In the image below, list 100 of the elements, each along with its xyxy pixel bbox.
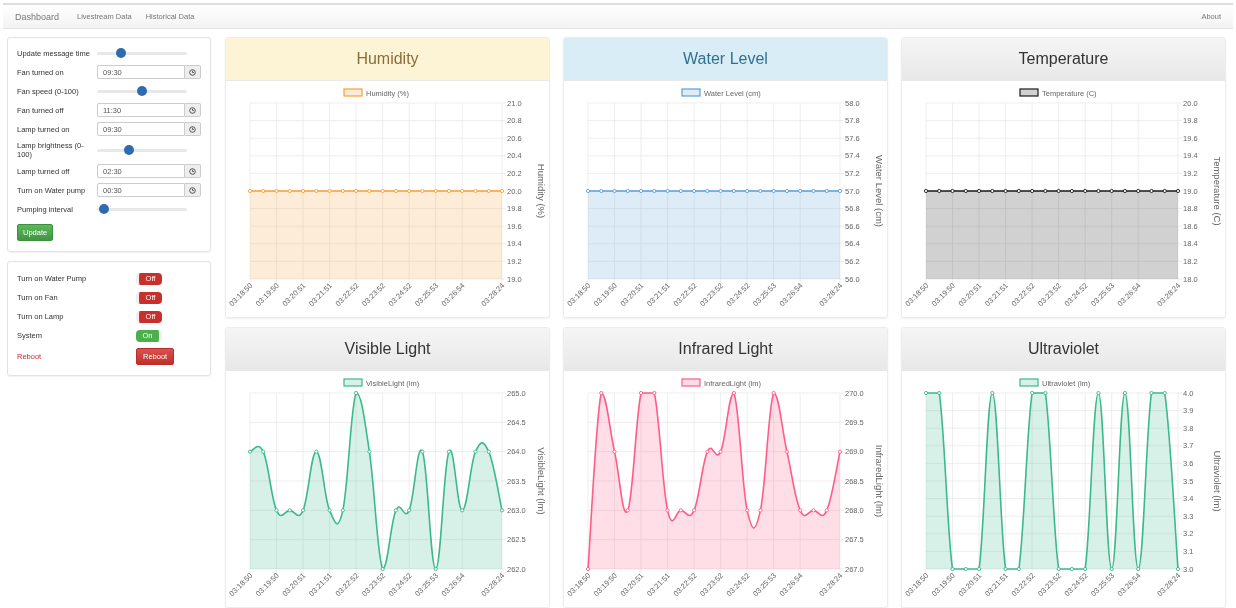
data-point <box>1149 390 1154 396</box>
data-point <box>977 188 982 194</box>
card-title: Temperature <box>1018 50 1109 68</box>
data-point <box>1069 188 1074 194</box>
data-point <box>612 188 617 194</box>
data-point <box>1043 188 1048 194</box>
data-point <box>798 188 803 194</box>
data-point <box>433 566 438 572</box>
clock-button[interactable] <box>185 164 201 178</box>
data-point <box>247 188 253 194</box>
data-point <box>247 449 253 454</box>
data-point <box>585 566 591 572</box>
data-point <box>261 188 266 194</box>
data-point <box>446 188 451 194</box>
card-title: Infrared Light <box>678 340 773 358</box>
data-point <box>625 508 630 513</box>
clock-button[interactable] <box>185 183 201 197</box>
data-point <box>473 449 478 454</box>
data-point <box>665 508 670 513</box>
data-point <box>923 188 929 194</box>
data-point <box>731 188 736 194</box>
data-point <box>599 390 604 396</box>
data-point <box>1162 188 1167 194</box>
data-point <box>407 508 412 513</box>
data-point <box>301 508 306 513</box>
card-title: Humidity <box>356 50 419 68</box>
data-point <box>1109 188 1114 194</box>
data-point <box>1069 566 1074 572</box>
data-point <box>314 188 319 194</box>
data-point <box>1096 390 1101 396</box>
slider-thumb[interactable] <box>99 204 110 214</box>
data-point <box>731 390 736 396</box>
data-point <box>923 390 929 396</box>
legend-swatch <box>343 378 363 387</box>
data-point <box>367 188 372 194</box>
data-point <box>692 508 697 513</box>
clock-button[interactable] <box>185 103 201 117</box>
data-point <box>314 449 319 454</box>
data-point <box>1162 390 1167 396</box>
data-point <box>639 390 644 396</box>
card-title: Water Level <box>683 50 768 68</box>
legend-swatch <box>681 88 701 97</box>
data-point <box>301 188 306 194</box>
data-point <box>678 188 683 194</box>
slider-thumb[interactable] <box>137 86 147 96</box>
clock-button[interactable] <box>185 122 201 136</box>
data-point <box>798 508 803 513</box>
data-point <box>990 188 995 194</box>
data-point <box>771 390 776 396</box>
data-point <box>652 188 657 194</box>
legend-swatch <box>1019 378 1039 387</box>
legend-swatch <box>1019 88 1039 97</box>
card-title: Visible Light <box>344 340 431 358</box>
data-point <box>1175 566 1181 572</box>
axis-title: Water Level (cm) <box>874 155 885 227</box>
data-point <box>460 508 465 513</box>
clock-icon <box>189 68 196 76</box>
data-point <box>963 566 968 572</box>
clock-icon <box>189 186 196 194</box>
data-point <box>758 508 763 513</box>
data-point <box>393 508 398 513</box>
data-point <box>1083 188 1088 194</box>
data-point <box>705 188 710 194</box>
data-point <box>625 188 630 194</box>
axis-title: VisibleLight (lm) <box>536 447 547 515</box>
data-point <box>1016 188 1021 194</box>
data-point <box>784 188 789 194</box>
data-point <box>937 390 942 396</box>
data-point <box>1030 188 1035 194</box>
data-point <box>950 566 955 572</box>
data-point <box>837 188 843 194</box>
clock-button[interactable] <box>185 65 201 79</box>
clock-icon <box>189 167 196 175</box>
data-point <box>486 449 491 454</box>
data-point <box>420 449 425 454</box>
data-point <box>784 449 789 454</box>
data-point <box>678 508 683 513</box>
data-point <box>837 449 843 454</box>
data-point <box>486 188 491 194</box>
data-point <box>824 508 829 513</box>
data-point <box>1122 390 1127 396</box>
data-point <box>1175 188 1181 194</box>
data-point <box>758 188 763 194</box>
data-point <box>1122 188 1127 194</box>
data-point <box>407 188 412 194</box>
data-point <box>1056 188 1061 194</box>
data-point <box>340 188 345 194</box>
data-point <box>977 566 982 572</box>
data-point <box>612 449 617 454</box>
data-point <box>499 508 505 513</box>
brand-link[interactable]: Dashboard <box>15 11 60 22</box>
data-point <box>473 188 478 194</box>
slider-thumb[interactable] <box>116 48 127 58</box>
data-point <box>1016 566 1021 572</box>
data-point <box>446 449 451 454</box>
slider-thumb[interactable] <box>124 145 135 155</box>
data-point <box>1003 566 1008 572</box>
axis-title: Ultraviolet (lm) <box>1212 450 1223 512</box>
data-point <box>420 188 425 194</box>
clock-icon <box>189 106 196 114</box>
